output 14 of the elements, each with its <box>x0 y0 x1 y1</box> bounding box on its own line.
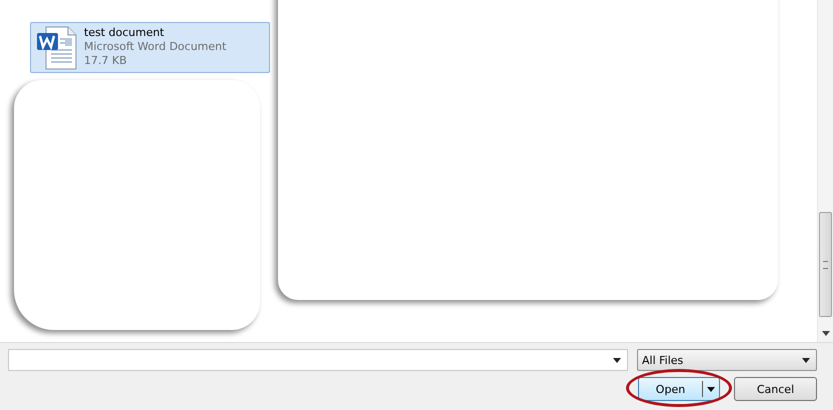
file-name: test document <box>84 26 166 40</box>
scroll-down-icon[interactable] <box>822 331 830 336</box>
open-split-button[interactable]: Open <box>638 377 720 401</box>
dropdown-icon[interactable] <box>802 358 810 362</box>
dropdown-icon[interactable] <box>613 358 621 362</box>
file-type: Microsoft Word Document <box>84 40 226 54</box>
caret-icon[interactable] <box>707 386 715 392</box>
file-name-field[interactable] <box>8 349 628 371</box>
scrollbar-thumb[interactable] <box>819 212 832 317</box>
file-tile[interactable]: test document Microsoft Word Document 17.7 KB <box>30 22 270 73</box>
scrollbar[interactable] <box>817 0 833 342</box>
cancel-button[interactable]: Cancel <box>734 377 817 401</box>
file-size: 17.7 KB <box>84 54 128 68</box>
file-type-dropdown[interactable]: All Files <box>637 349 817 371</box>
